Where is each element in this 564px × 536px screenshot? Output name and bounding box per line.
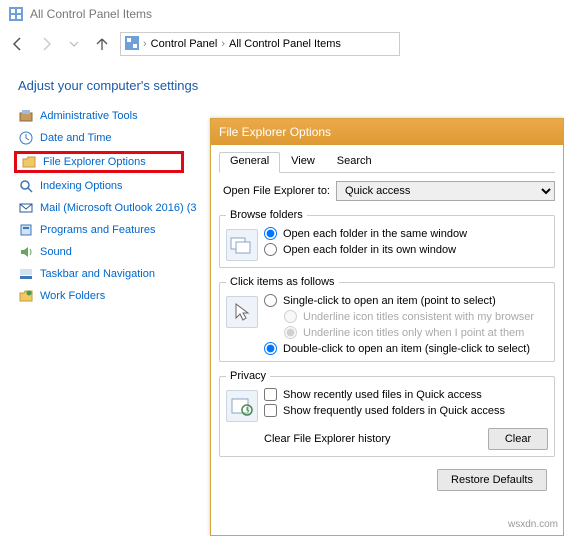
nav-toolbar: › Control Panel › All Control Panel Item… <box>0 28 564 60</box>
sound-icon <box>18 244 34 260</box>
recent-locations-dropdown[interactable] <box>64 34 84 54</box>
chevron-right-icon[interactable]: › <box>221 38 225 50</box>
control-panel-icon <box>8 6 24 22</box>
work-folders-icon <box>18 288 34 304</box>
clock-icon <box>18 130 34 146</box>
cp-item-taskbar[interactable]: Taskbar and Navigation <box>18 263 210 285</box>
cp-item-file-explorer-options[interactable]: File Explorer Options <box>14 151 184 173</box>
open-to-combo[interactable]: Quick access <box>336 181 555 201</box>
back-button[interactable] <box>8 34 28 54</box>
cp-item-work-folders[interactable]: Work Folders <box>18 285 210 307</box>
radio-single-click[interactable]: Single-click to open an item (point to s… <box>264 294 548 307</box>
cp-item-label: Work Folders <box>40 290 105 302</box>
cp-item-sound[interactable]: Sound <box>18 241 210 263</box>
radio-own-window[interactable]: Open each folder in its own window <box>264 243 548 256</box>
address-bar[interactable]: › Control Panel › All Control Panel Item… <box>120 32 400 56</box>
watermark: wsxdn.com <box>508 519 558 530</box>
up-button[interactable] <box>92 34 112 54</box>
cp-item-label: Indexing Options <box>40 180 123 192</box>
check-recent-files[interactable]: Show recently used files in Quick access <box>264 388 548 401</box>
folder-options-icon <box>21 154 37 170</box>
search-icon <box>18 178 34 194</box>
window-titlebar: All Control Panel Items <box>0 0 564 28</box>
taskbar-icon <box>18 266 34 282</box>
forward-button[interactable] <box>36 34 56 54</box>
mail-icon <box>18 200 34 216</box>
browse-legend: Browse folders <box>226 209 307 221</box>
file-explorer-options-dialog: File Explorer Options General View Searc… <box>210 118 564 536</box>
click-items-group: Click items as follows Single-click to o… <box>219 276 555 362</box>
cp-item-indexing[interactable]: Indexing Options <box>18 175 210 197</box>
check-frequent-folders[interactable]: Show frequently used folders in Quick ac… <box>264 404 548 417</box>
restore-defaults-button[interactable]: Restore Defaults <box>437 469 547 491</box>
cp-item-label: Programs and Features <box>40 224 156 236</box>
chevron-right-icon[interactable]: › <box>143 38 147 50</box>
open-to-label: Open File Explorer to: <box>223 185 330 197</box>
radio-same-window[interactable]: Open each folder in the same window <box>264 227 548 240</box>
tab-view[interactable]: View <box>280 152 326 173</box>
cp-item-date-time[interactable]: Date and Time <box>18 127 210 149</box>
cp-item-mail[interactable]: Mail (Microsoft Outlook 2016) (3 <box>18 197 210 219</box>
radio-double-click[interactable]: Double-click to open an item (single-cli… <box>264 342 548 355</box>
clear-button[interactable]: Clear <box>488 428 548 450</box>
cp-item-label: Date and Time <box>40 132 112 144</box>
privacy-icon <box>226 390 258 422</box>
privacy-legend: Privacy <box>226 370 270 382</box>
cp-item-label: Sound <box>40 246 72 258</box>
control-panel-icon <box>125 36 139 53</box>
radio-underline-browser: Underline icon titles consistent with my… <box>284 310 548 323</box>
privacy-group: Privacy Show recently used files in Quic… <box>219 370 555 457</box>
cp-item-admin-tools[interactable]: Administrative Tools <box>18 105 210 127</box>
window-title: All Control Panel Items <box>30 7 152 21</box>
control-panel-items: Administrative Tools Date and Time File … <box>0 99 210 307</box>
dialog-tabs: General View Search <box>219 151 555 173</box>
tab-search[interactable]: Search <box>326 152 383 173</box>
click-legend: Click items as follows <box>226 276 339 288</box>
browse-folders-group: Browse folders Open each folder in the s… <box>219 209 555 268</box>
breadcrumb-root[interactable]: Control Panel <box>151 38 218 50</box>
browse-folders-icon <box>226 229 258 261</box>
cp-item-programs[interactable]: Programs and Features <box>18 219 210 241</box>
cp-item-label: Taskbar and Navigation <box>40 268 155 280</box>
programs-icon <box>18 222 34 238</box>
dialog-title[interactable]: File Explorer Options <box>211 119 563 145</box>
admin-tools-icon <box>18 108 34 124</box>
tab-general[interactable]: General <box>219 152 280 173</box>
cp-item-label: File Explorer Options <box>43 156 146 168</box>
radio-underline-point: Underline icon titles only when I point … <box>284 326 548 339</box>
clear-history-label: Clear File Explorer history <box>264 433 480 445</box>
page-heading: Adjust your computer's settings <box>0 60 564 99</box>
breadcrumb-leaf[interactable]: All Control Panel Items <box>229 38 341 50</box>
cp-item-label: Mail (Microsoft Outlook 2016) (3 <box>40 202 197 214</box>
click-items-icon <box>226 296 258 328</box>
cp-item-label: Administrative Tools <box>40 110 138 122</box>
